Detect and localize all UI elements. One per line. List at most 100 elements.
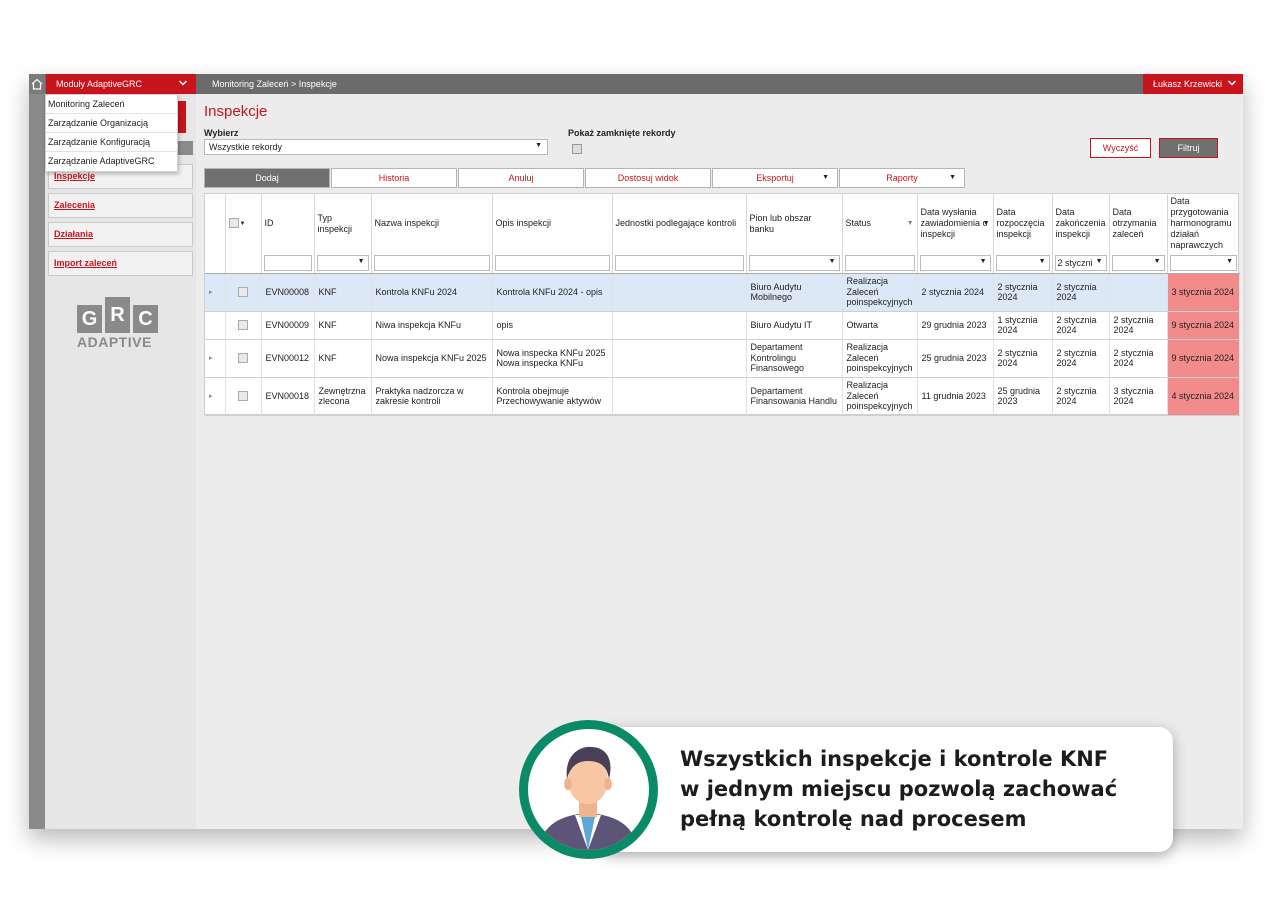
- cell-plan-date: 9 stycznia 2024: [1167, 311, 1240, 340]
- filter-input-description[interactable]: [494, 254, 610, 271]
- sidebar-item-dzialania[interactable]: Działania: [48, 222, 193, 247]
- table-row[interactable]: ▸ EVN00008 KNF Kontrola KNFu 2024 Kontro…: [205, 273, 1240, 312]
- filter-select-received-date[interactable]: ▼: [1111, 254, 1165, 271]
- row-expand[interactable]: ▸: [205, 273, 226, 312]
- row-expand[interactable]: ▸: [205, 339, 226, 378]
- filter-cell: [612, 253, 747, 274]
- filter-input-id[interactable]: [263, 254, 312, 271]
- header-type[interactable]: Typ inspekcji: [314, 194, 372, 253]
- callout-text: Wszystkich inspekcje i kontrole KNF w je…: [680, 744, 1160, 834]
- logo-letter: G: [77, 305, 102, 333]
- header-sent-date[interactable]: Data wysłania zawiadomienia o inspekcji ▼: [917, 194, 994, 253]
- row-select[interactable]: [225, 311, 262, 340]
- show-closed-label: Pokaż zamknięte rekordy: [568, 128, 676, 138]
- filter-cell: [842, 253, 918, 274]
- filter-select-start-date[interactable]: ▼: [995, 254, 1050, 271]
- tab-anuluj[interactable]: Anuluj: [458, 168, 584, 188]
- page-title: Inspekcje: [204, 103, 268, 120]
- dropdown-arrow-icon: ▼: [949, 174, 956, 181]
- user-name: Łukasz Krzewicki: [1153, 79, 1223, 89]
- filter-icon[interactable]: ▼: [907, 218, 914, 229]
- select-all-checkbox[interactable]: [228, 217, 239, 228]
- header-start-date[interactable]: Data rozpoczęcia inspekcji: [993, 194, 1053, 253]
- header-plan-date[interactable]: Data przygotowania harmonogramu działań …: [1167, 194, 1239, 253]
- records-select[interactable]: Wszystkie rekordy ▼: [204, 139, 548, 155]
- filter-cell: [225, 253, 262, 274]
- tab-raporty[interactable]: Raporty ▼: [839, 168, 965, 188]
- user-menu-button[interactable]: Łukasz Krzewicki: [1143, 74, 1243, 94]
- header-end-date[interactable]: Data zakończenia inspekcji: [1052, 194, 1110, 253]
- filter-select-plan-date[interactable]: ▼: [1169, 254, 1237, 271]
- dropdown-arrow-icon: ▼: [822, 174, 829, 181]
- cell-name: Kontrola KNFu 2024: [371, 273, 493, 312]
- header-units[interactable]: Jednostki podlegające kontroli: [612, 194, 747, 253]
- tab-eksportuj[interactable]: Eksportuj ▼: [712, 168, 838, 188]
- row-checkbox[interactable]: [238, 391, 248, 402]
- sidebar-item-zalecenia[interactable]: Zalecenia: [48, 193, 193, 218]
- sort-desc-icon[interactable]: ▼: [983, 218, 990, 229]
- expand-icon[interactable]: ▸: [209, 289, 213, 296]
- filter-input-name[interactable]: [373, 254, 490, 271]
- dropdown-arrow-icon: ▼: [828, 257, 836, 265]
- expand-icon[interactable]: ▸: [209, 393, 213, 400]
- chevron-down-icon: [178, 80, 188, 86]
- filter-select-type[interactable]: ▼: [316, 254, 369, 271]
- cell-status: Realizacja Zaleceń poinspekcyjnych: [842, 377, 918, 416]
- cell-units: [612, 377, 747, 416]
- filter-cell: [371, 253, 493, 274]
- header-received-date[interactable]: Data otrzymania zaleceń: [1109, 194, 1168, 253]
- sidebar: Inspekcje Zalecenia Działania Import zal…: [45, 94, 196, 829]
- menu-item-monitoring-zalecen[interactable]: Monitoring Zaleceń: [46, 95, 177, 114]
- tab-dodaj[interactable]: Dodaj: [204, 168, 330, 188]
- row-select[interactable]: [225, 273, 262, 312]
- cell-pion: Biuro Audytu IT: [746, 311, 843, 340]
- filter-select-sent-date[interactable]: ▼: [919, 254, 991, 271]
- menu-item-zarzadzanie-konfiguracja[interactable]: Zarządzanie Konfiguracją: [46, 133, 177, 152]
- dropdown-arrow-icon: ▼: [1038, 257, 1046, 265]
- row-select[interactable]: [225, 377, 262, 416]
- tab-dostosuj-widok[interactable]: Dostosuj widok: [585, 168, 711, 188]
- modules-menu-button[interactable]: Moduły AdaptiveGRC: [46, 74, 196, 94]
- left-strip: [29, 94, 45, 829]
- row-checkbox[interactable]: [238, 320, 248, 331]
- dropdown-arrow-icon: ▼: [535, 142, 542, 149]
- header-select-all[interactable]: ▼: [225, 194, 262, 253]
- table-row[interactable]: ▸ EVN00018 Zewnętrzna zlecona Praktyka n…: [205, 377, 1240, 416]
- home-icon[interactable]: [29, 74, 45, 94]
- menu-item-zarzadzanie-organizacja[interactable]: Zarządzanie Organizacją: [46, 114, 177, 133]
- menu-item-zarzadzanie-adaptivegrc[interactable]: Zarządzanie AdaptiveGRC: [46, 152, 177, 171]
- row-select[interactable]: [225, 339, 262, 378]
- sidebar-item-import-zalecen[interactable]: Import zaleceń: [48, 251, 193, 276]
- tab-historia[interactable]: Historia: [331, 168, 457, 188]
- header-id[interactable]: ID: [261, 194, 315, 253]
- filter-input-units[interactable]: [614, 254, 744, 271]
- row-expand[interactable]: ▸: [205, 377, 226, 416]
- header-name[interactable]: Nazwa inspekcji: [371, 194, 493, 253]
- cell-description: Kontrola KNFu 2024 - opis: [492, 273, 613, 312]
- expand-icon[interactable]: ▸: [209, 355, 213, 362]
- filter-select-pion[interactable]: ▼: [748, 254, 840, 271]
- cell-sent-date: 11 grudnia 2023: [917, 377, 994, 416]
- clear-button[interactable]: Wyczyść: [1090, 138, 1151, 158]
- filter-input-status[interactable]: [844, 254, 915, 271]
- dropdown-arrow-icon: ▼: [357, 257, 365, 265]
- filter-cell: [492, 253, 613, 274]
- row-checkbox[interactable]: [238, 353, 248, 364]
- row-checkbox[interactable]: [238, 287, 248, 298]
- cell-pion: Departament Finansowania Handlu: [746, 377, 843, 416]
- header-pion[interactable]: Pion lub obszar banku: [746, 194, 843, 253]
- table-row[interactable]: ▸ EVN00012 KNF Nowa inspekcja KNFu 2025 …: [205, 339, 1240, 378]
- filter-button[interactable]: Filtruj: [1159, 138, 1218, 158]
- cell-start-date: 25 grudnia 2023: [993, 377, 1053, 416]
- cell-received-date: 2 stycznia 2024: [1109, 339, 1168, 378]
- filter-cell: [261, 253, 315, 274]
- callout-box: Wszystkich inspekcje i kontrole KNF w je…: [598, 727, 1173, 852]
- table-row[interactable]: EVN00009 KNF Niwa inspekcja KNFu opis Bi…: [205, 311, 1240, 340]
- filter-select-end-date[interactable]: 2 styczni ▼: [1054, 254, 1107, 271]
- breadcrumb: Monitoring Zaleceń > Inspekcje: [212, 79, 337, 89]
- dropdown-arrow-icon: ▼: [1226, 257, 1233, 265]
- show-closed-checkbox[interactable]: [572, 144, 582, 154]
- modules-dropdown: Monitoring Zaleceń Zarządzanie Organizac…: [45, 94, 178, 172]
- header-description[interactable]: Opis inspekcji: [492, 194, 613, 253]
- header-status[interactable]: Status ▼: [842, 194, 918, 253]
